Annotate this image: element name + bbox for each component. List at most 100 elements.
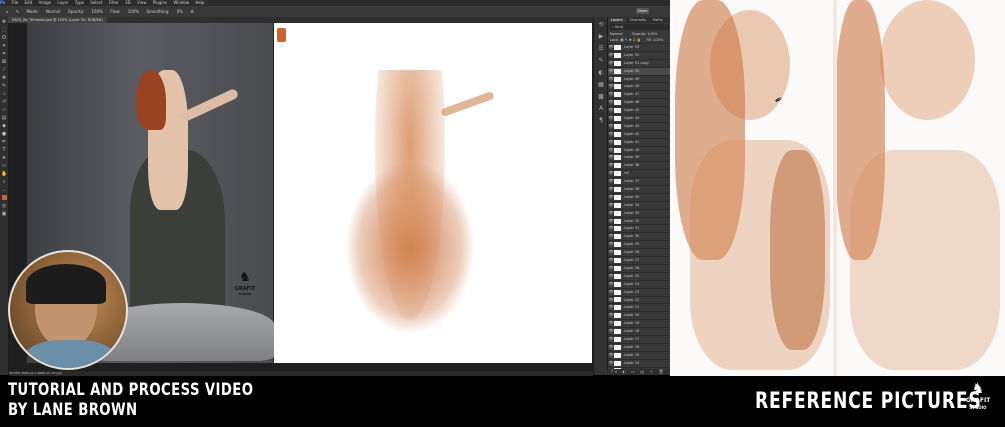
hand-icon[interactable]: ✋ <box>1 171 7 177</box>
zoom-icon[interactable]: ⌕ <box>1 179 7 185</box>
layer-row[interactable]: 👁 Layer 31 <box>608 224 671 232</box>
layer-row[interactable]: 👁 Layer 43 <box>608 121 671 130</box>
blur-icon[interactable]: ◆ <box>1 123 7 129</box>
layer-row[interactable]: 👁 Layer 52 <box>608 50 671 59</box>
home-icon[interactable]: ⌂ <box>6 6 9 17</box>
healing-icon[interactable]: ✚ <box>1 75 7 81</box>
eyedropper-icon[interactable]: ⁄ <box>1 67 7 73</box>
smoothing-field[interactable]: 0% <box>177 6 183 17</box>
mode-select[interactable]: Normal <box>46 6 60 17</box>
menu-type[interactable]: Type <box>75 0 84 5</box>
layer-row[interactable]: 👁 Layer 34 <box>608 200 671 209</box>
layer-row[interactable]: 👁 Layer 28 <box>608 248 671 256</box>
dodge-icon[interactable]: ● <box>1 131 7 137</box>
type-icon[interactable]: T <box>1 147 7 153</box>
menu-image[interactable]: Image <box>39 0 52 5</box>
layer-row[interactable]: 👁 Layer 38 <box>608 161 671 169</box>
layer-opacity[interactable]: Opacity: 100% <box>632 32 658 36</box>
history-icon[interactable]: ⟲ <box>596 21 606 29</box>
layer-row[interactable]: 👁 Layer 41 <box>608 137 671 146</box>
actions-icon[interactable]: ▶ <box>596 33 606 41</box>
layer-row[interactable]: 👁 Layer 50 <box>608 66 671 75</box>
marquee-icon[interactable]: ⬚ <box>1 27 7 33</box>
tab-channels[interactable]: Channels <box>627 18 649 22</box>
menu-plugins[interactable]: Plugins <box>153 0 167 5</box>
layer-row[interactable]: 👁 Layer 26 <box>608 263 671 272</box>
settings-icon[interactable]: ⚙ <box>190 6 194 17</box>
layer-row[interactable]: 👁 Layer 32 <box>608 216 671 225</box>
rectangle-icon[interactable]: ▭ <box>1 163 7 169</box>
quick-mask-icon[interactable]: ◎ <box>1 203 7 209</box>
menu-file[interactable]: File <box>12 0 19 5</box>
tab-layers[interactable]: Layers <box>608 18 626 22</box>
layer-row[interactable]: 👁 Layer 14 <box>608 358 671 367</box>
layer-row[interactable]: 👁 Layer 40 <box>608 145 671 154</box>
character-icon[interactable]: A <box>596 105 606 113</box>
layer-row[interactable]: 👁 Layer 44 <box>608 114 671 122</box>
menu-view[interactable]: View <box>137 0 147 5</box>
move-icon[interactable]: ✥ <box>1 19 7 25</box>
layer-row[interactable]: 👁 Layer 18 <box>608 327 671 335</box>
stamp-icon[interactable]: ⊥ <box>1 91 7 97</box>
history-brush-icon[interactable]: ↺ <box>1 99 7 105</box>
eraser-icon[interactable]: ▱ <box>1 107 7 113</box>
layer-row[interactable]: 👁 Layer 45 <box>608 106 671 114</box>
lock-icon[interactable]: ▦ ✎ ✥ ⊡ 🔒 <box>620 38 641 42</box>
layer-row[interactable]: 👁 Layer 53 <box>608 43 671 51</box>
ps-logo[interactable]: Ps <box>0 0 5 5</box>
menu-filter[interactable]: Filter <box>109 0 119 5</box>
swatches-icon[interactable]: ▩ <box>596 93 606 101</box>
properties-icon[interactable]: ☰ <box>596 45 606 53</box>
lasso-icon[interactable]: ʘ <box>1 35 7 41</box>
foreground-color-icon[interactable] <box>1 195 7 201</box>
layer-row[interactable]: 👁 Layer 30 <box>608 232 671 240</box>
layer-row[interactable]: 👁 ref <box>608 169 671 177</box>
layer-row[interactable]: 👁 Layer 19 <box>608 319 671 327</box>
layers-footer[interactable]: fx ◐ ▭ ▤ ＋ 🗑 <box>607 369 670 375</box>
layer-row[interactable]: 👁 Layer 46 <box>608 98 671 106</box>
menu-window[interactable]: Window <box>173 0 189 5</box>
layer-fill[interactable]: Fill: 100% <box>646 38 663 42</box>
layer-row[interactable]: 👁 Layer 47 <box>608 90 671 98</box>
quick-select-icon[interactable]: ✦ <box>1 43 7 49</box>
menu-layer[interactable]: Layer <box>57 0 68 5</box>
layer-row[interactable]: 👁 Layer 22 <box>608 295 671 304</box>
layer-filter[interactable]: ⌕ Kind <box>610 24 669 30</box>
screen-mode-icon[interactable]: ▣ <box>1 211 7 217</box>
adjustments-icon[interactable]: ◐ <box>596 69 606 77</box>
menu-3d[interactable]: 3D <box>125 0 131 5</box>
frame-icon[interactable]: ⊠ <box>1 59 7 65</box>
more-icon[interactable]: … <box>1 187 7 193</box>
brush-preset-icon[interactable]: ✎ <box>16 6 19 17</box>
tab-paths[interactable]: Paths <box>650 18 666 22</box>
layer-row[interactable]: 👁 Layer 33 <box>608 208 671 217</box>
layer-row[interactable]: 👁 Layer 15 <box>608 350 671 359</box>
pen-icon[interactable]: ✒ <box>1 139 7 145</box>
layer-row[interactable]: 👁 Layer 17 <box>608 334 671 343</box>
menu-select[interactable]: Select <box>90 0 102 5</box>
menu-help[interactable]: Help <box>195 0 204 5</box>
layer-row[interactable]: 👁 Layer 42 <box>608 129 671 138</box>
brush-icon[interactable]: ✎ <box>1 83 7 89</box>
crop-icon[interactable]: ⌗ <box>1 51 7 57</box>
color-swatch[interactable] <box>277 28 286 42</box>
layer-row[interactable]: 👁 Layer 39 <box>608 153 671 161</box>
layer-row[interactable]: 👁 Layer 51 copy <box>608 58 671 67</box>
layer-row[interactable]: 👁 Layer 35 <box>608 192 671 201</box>
layer-row[interactable]: 👁 Layer 29 <box>608 240 671 248</box>
layer-row[interactable]: 👁 Layer 16 <box>608 342 671 351</box>
gradient-icon[interactable]: ▤ <box>1 115 7 121</box>
blend-mode-select[interactable]: Normal <box>610 32 623 36</box>
layer-row[interactable]: 👁 Layer 23 <box>608 287 671 296</box>
layer-row[interactable]: 👁 Layer 21 <box>608 303 671 311</box>
layer-row[interactable]: 👁 Layer 25 <box>608 271 671 280</box>
layer-row[interactable]: 👁 Layer 37 <box>608 177 671 185</box>
layer-row[interactable]: 👁 Layer 49 <box>608 74 671 83</box>
menu-edit[interactable]: Edit <box>25 0 33 5</box>
paragraph-icon[interactable]: ¶ <box>596 117 606 125</box>
layer-row[interactable]: 👁 Layer 27 <box>608 256 671 264</box>
share-button[interactable]: Share <box>636 8 649 14</box>
layer-row[interactable]: 👁 Layer 48 <box>608 82 671 90</box>
layer-row[interactable]: 👁 Layer 20 <box>608 311 671 319</box>
path-select-icon[interactable]: ➤ <box>1 155 7 161</box>
